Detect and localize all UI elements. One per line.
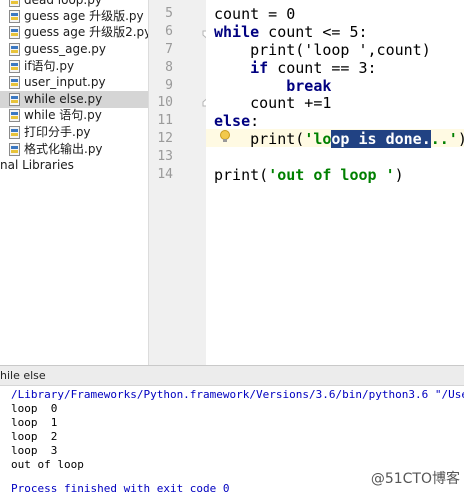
keyword: break [286, 77, 332, 95]
keyword: while [214, 23, 260, 41]
line-number: 9 [165, 78, 173, 93]
console-command-line: /Library/Frameworks/Python.framework/Ver… [11, 388, 464, 401]
tree-item-if-statement[interactable]: if语句.py [0, 58, 148, 75]
code-line-6: while count <= 5: [214, 23, 368, 41]
python-file-icon [9, 126, 20, 139]
code-text: count = 0 [214, 5, 296, 23]
tree-item-label: 格式化输出.py [24, 142, 103, 156]
code-line-7: print('loop ',count) [214, 41, 431, 59]
line-number: 14 [157, 167, 173, 182]
code-line-5: count = 0 [214, 5, 295, 23]
python-file-icon [9, 0, 20, 7]
code-text: count +=1 [214, 94, 332, 112]
code-text: print( [214, 166, 269, 184]
string-literal: 'out of loop ' [268, 166, 395, 184]
keyword: if [250, 59, 269, 77]
tree-item-user-input[interactable]: user_input.py [0, 74, 148, 91]
tree-item-guess-age-upgrade[interactable]: guess age 升级版.py [0, 8, 148, 25]
python-file-icon [9, 93, 20, 106]
console-output-line: out of loop [11, 458, 84, 471]
line-number: 6 [165, 24, 173, 39]
line-number: 8 [165, 60, 173, 75]
code-line-8: if count == 3: [214, 59, 377, 77]
tree-item-label: if语句.py [24, 59, 75, 73]
string-literal: 'lo [304, 130, 332, 148]
line-number: 13 [157, 149, 173, 164]
tree-item-label: 打印分手.py [24, 125, 91, 139]
tree-item-print-breakup[interactable]: 打印分手.py [0, 124, 148, 141]
python-file-icon [9, 10, 20, 23]
line-number: 5 [165, 6, 173, 21]
tree-item-external-libraries[interactable]: nal Libraries [0, 157, 148, 174]
tree-item-guess-age-upgrade-2[interactable]: guess age 升级版2.py [0, 24, 148, 41]
tree-item-label: guess age 升级版2.py [24, 25, 148, 39]
tree-item-while-else[interactable]: while else.py [0, 91, 148, 108]
console-exit-line: Process finished with exit code 0 [11, 482, 230, 495]
line-number: 10 [157, 95, 173, 110]
tree-item-while-statement[interactable]: while 语句.py [0, 107, 148, 124]
console-output-line: loop 2 [11, 430, 58, 443]
run-tool-window-header: hile else [0, 365, 464, 386]
code-text: ) [458, 130, 464, 148]
python-file-icon [9, 26, 20, 39]
tree-item-label: user_input.py [24, 75, 106, 89]
selected-text[interactable]: op is done. [331, 130, 431, 148]
python-file-icon [9, 60, 20, 73]
code-editor[interactable]: count = 0 while count <= 5: print('loop … [206, 0, 464, 365]
code-text: print('loop ',count) [214, 41, 431, 59]
code-line-10: count +=1 [214, 94, 331, 112]
code-text: : [250, 112, 260, 130]
console-output-line: loop 0 [11, 402, 58, 415]
tree-item-label: nal Libraries [0, 158, 74, 172]
string-literal: ..' [430, 130, 458, 148]
code-line-12: print('loop is done...') [214, 130, 464, 148]
console-output-line: loop 3 [11, 444, 58, 457]
code-text: count <= 5: [259, 23, 368, 41]
project-tree: dead loop.py guess age 升级版.py guess age … [0, 0, 148, 365]
code-line-14: print('out of loop ') [214, 166, 404, 184]
code-text: ) [394, 166, 404, 184]
console-output-line: loop 1 [11, 416, 58, 429]
tree-item-label: while 语句.py [24, 108, 102, 122]
code-text: count == 3: [268, 59, 377, 77]
tree-item-label: guess age 升级版.py [24, 9, 144, 23]
line-number: 7 [165, 42, 173, 57]
tree-item-label: while else.py [24, 92, 103, 106]
code-line-9: break [214, 77, 331, 95]
tree-item-label: guess_age.py [24, 42, 106, 56]
tree-item-format-output[interactable]: 格式化输出.py [0, 141, 148, 158]
python-file-icon [9, 76, 20, 89]
line-number: 11 [157, 113, 173, 128]
line-number: 12 [157, 131, 173, 146]
run-tab-label[interactable]: hile else [0, 369, 46, 382]
lightbulb-icon[interactable] [218, 128, 232, 146]
python-file-icon [9, 143, 20, 156]
python-file-icon [9, 109, 20, 122]
watermark: @51CTO博客 [370, 471, 460, 487]
tree-item-guess-age[interactable]: guess_age.py [0, 41, 148, 58]
python-file-icon [9, 43, 20, 56]
editor-gutter: 5 6 7 8 9 10 11 12 13 14 [148, 0, 211, 365]
